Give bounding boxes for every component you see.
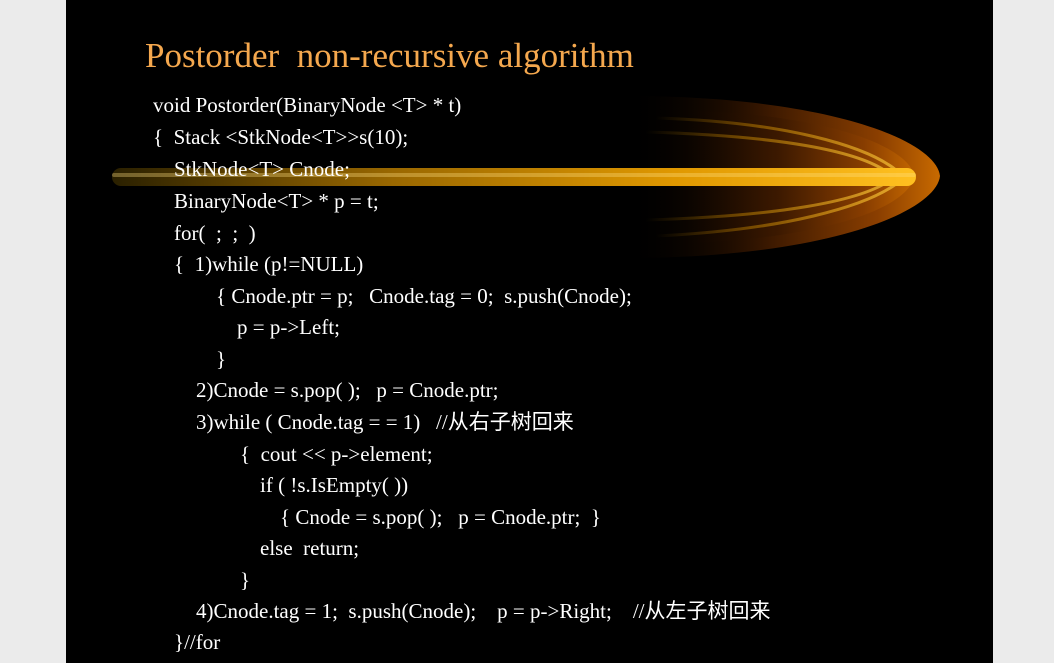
code-line: } [216, 347, 227, 371]
code-line: { Stack <StkNode<T>>s(10); [153, 125, 409, 149]
code-line: 3)while ( Cnode.tag = = 1) //从右子树回来 [196, 410, 574, 434]
code-line: p = p->Left; [237, 315, 340, 339]
code-line: { Cnode = s.pop( ); p = Cnode.ptr; } [280, 505, 601, 529]
code-line: } [240, 568, 251, 592]
code-line: else return; [260, 536, 360, 560]
code-line: for( ; ; ) [174, 221, 256, 245]
code-line: BinaryNode<T> * p = t; [174, 189, 379, 213]
code-line: { cout << p->element; [240, 442, 433, 466]
code-line: { 1)while (p!=NULL) [174, 252, 364, 276]
code-line: void Postorder(BinaryNode <T> * t) [153, 93, 462, 117]
slide: Postorder non-recursive algorithm void P… [66, 0, 993, 663]
code-line: if ( !s.IsEmpty( )) [260, 473, 409, 497]
code-block: void Postorder(BinaryNode <T> * t) { Sta… [66, 0, 993, 663]
code-line: 4)Cnode.tag = 1; s.push(Cnode); p = p->R… [196, 599, 771, 623]
code-line: 2)Cnode = s.pop( ); p = Cnode.ptr; [196, 378, 499, 402]
code-line: { Cnode.ptr = p; Cnode.tag = 0; s.push(C… [216, 284, 632, 308]
code-line: }//for [174, 630, 221, 654]
code-line: StkNode<T> Cnode; [174, 157, 350, 181]
